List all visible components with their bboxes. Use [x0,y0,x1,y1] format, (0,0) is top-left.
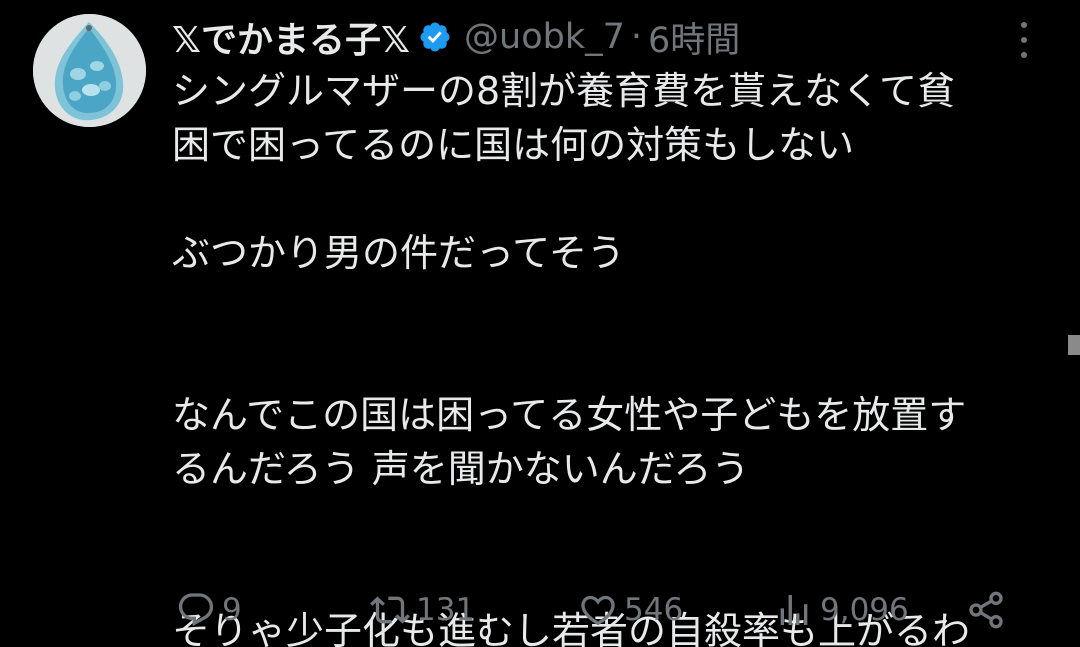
action-bar: 9 131 546 9,096 [0,584,1080,636]
heart-icon [578,590,618,630]
share-button[interactable] [966,584,1006,636]
tweet-header: 𝕏でかまる子𝕏 @uobk_7 · 6時間 [172,12,740,62]
tweet-paragraph: なんでこの国は困ってる女性や子どもを放置す るんだろう 声を聞かないんだろう [172,393,967,491]
separator-dot: · [630,17,643,57]
retweet-count: 131 [416,592,476,628]
like-count: 546 [624,592,684,628]
more-options-icon[interactable] [1012,22,1036,58]
display-name[interactable]: 𝕏でかまる子𝕏 [172,11,410,63]
scrollbar-thumb[interactable] [1068,335,1080,355]
avatar[interactable] [33,14,146,127]
reply-count: 9 [222,592,242,628]
reply-button[interactable]: 9 [176,584,242,636]
tweet-paragraph: ぶつかり男の件だってそう [172,231,625,275]
retweet-icon [370,590,410,630]
tweet-paragraph: シングルマザーの8割が養育費を貰えなくて貧 困で困ってるのに国は何の対策もしない [172,69,956,167]
share-icon [966,590,1006,630]
retweet-button[interactable]: 131 [370,584,475,636]
timestamp[interactable]: 6時間 [648,12,740,63]
tweet-text: シングルマザーの8割が養育費を貰えなくて貧 困で困ってるのに国は何の対策もしない… [172,64,1052,647]
views-count: 9,096 [820,592,909,628]
verified-badge-icon [418,20,452,54]
user-handle[interactable]: @uobk_7 [464,17,625,57]
views-icon [774,590,814,630]
avatar-image [33,14,146,127]
views-button[interactable]: 9,096 [774,584,909,636]
reply-icon [176,590,216,630]
like-button[interactable]: 546 [578,584,683,636]
